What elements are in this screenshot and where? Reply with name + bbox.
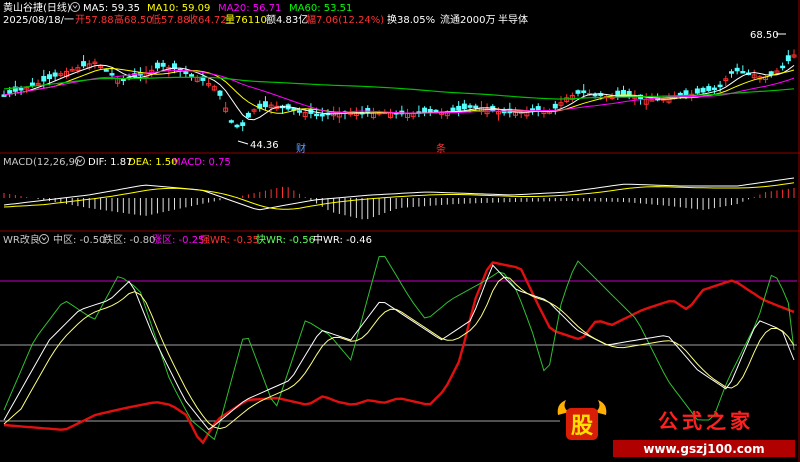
price-low-marker-arrow: [237, 140, 249, 145]
candle-body: [780, 65, 786, 69]
watermark: 股 公式之家 www.gszj100.com: [557, 400, 795, 457]
candle-body: [535, 106, 541, 111]
ma10-label: MA10: 59.09: [147, 3, 210, 14]
candle-body: [711, 87, 717, 91]
candle-body: [427, 109, 433, 113]
candle-body: [530, 108, 536, 111]
candle-body: [154, 62, 160, 69]
quote-turnover: 换38.05%: [387, 13, 435, 26]
dea-line: [3, 182, 795, 210]
candle-body: [183, 71, 189, 75]
candle-body: [245, 112, 251, 118]
candle-body: [41, 75, 47, 82]
candle-body: [473, 105, 479, 109]
candle-body: [297, 110, 303, 113]
candle-body: [103, 69, 109, 72]
candle-body: [717, 84, 723, 88]
candle-body: [234, 124, 240, 128]
wr-medium: 中WR: -0.46: [313, 233, 372, 246]
chart-canvas[interactable]: 黄山谷捷(日线) MA5: 59.35 MA10: 59.09 MA20: 56…: [0, 0, 800, 462]
price-high-marker: 68.50: [750, 30, 779, 41]
quote-low: 低57.88: [151, 13, 190, 26]
wr-down-zone: 跌区: -0.80: [103, 233, 155, 246]
dif-line: [3, 177, 795, 211]
candle-body: [450, 107, 456, 112]
ma5-label: MA5: 59.35: [83, 3, 140, 14]
macd-dea: DEA: 1.50: [128, 157, 178, 168]
candle-body: [52, 72, 58, 77]
candle-body: [683, 90, 689, 96]
macd-value: MACD: 0.75: [172, 157, 231, 168]
ma10-line: [3, 67, 795, 114]
candle-body: [120, 78, 126, 82]
candle-body: [575, 90, 581, 94]
wr-button[interactable]: [39, 234, 49, 244]
stock-name: 黄山谷捷(日线): [3, 1, 71, 14]
quote-open: 开57.88: [75, 15, 114, 26]
watermark-url[interactable]: www.gszj100.com: [643, 442, 764, 456]
logo-char: 股: [571, 414, 593, 439]
candle-body: [768, 71, 774, 75]
ma5-line: [3, 64, 795, 121]
wr-strong: 强WR: -0.35: [200, 234, 259, 246]
candle-body: [314, 113, 320, 117]
quote-date: 2025/08/18/一: [3, 15, 74, 26]
candle-body: [228, 120, 234, 123]
candlestick-series[interactable]: [1, 49, 797, 132]
quote-close: 收64.72: [188, 13, 227, 26]
wr-mid-zone: 中区: -0.50: [53, 233, 105, 246]
candle-body: [456, 105, 462, 111]
candle-body: [552, 103, 558, 109]
candle-body: [422, 107, 428, 113]
mid-wr-signal-line: [3, 276, 795, 430]
candle-body: [740, 71, 746, 74]
candle-body: [29, 82, 35, 87]
mid-wr-line: [3, 264, 795, 431]
macd-dif: DIF: 1.87: [88, 157, 132, 168]
candle-body: [706, 86, 712, 91]
candle-body: [592, 93, 598, 97]
quote-high: 高68.50: [114, 13, 153, 26]
candle-body: [109, 73, 115, 76]
wr-fast: 快WR: -0.56: [256, 234, 315, 246]
candle-body: [581, 90, 587, 93]
candle-body: [7, 90, 13, 94]
candle-body: [700, 87, 706, 93]
candle-body: [160, 62, 166, 67]
macd-title: MACD(12,26,9): [3, 157, 79, 168]
candle-body: [81, 61, 87, 67]
candle-body: [461, 103, 467, 110]
candle-body: [262, 101, 268, 108]
quote-volume: 量76110: [225, 14, 267, 26]
candle-body: [467, 105, 473, 108]
ma20-label: MA20: 56.71: [218, 3, 281, 14]
candle-body: [319, 113, 325, 117]
ma20-line: [3, 69, 795, 114]
ma60-label: MA60: 53.51: [289, 3, 352, 14]
candle-body: [240, 122, 246, 126]
candle-body: [785, 55, 791, 62]
quote-sector: 半导体: [498, 13, 528, 26]
candle-body: [217, 90, 223, 96]
event-mark-note[interactable]: 条: [436, 142, 446, 155]
candle-body: [18, 87, 24, 91]
wr-title: WR改良: [3, 233, 40, 246]
candle-body: [46, 74, 52, 80]
ma-button[interactable]: [70, 2, 80, 12]
candle-body: [728, 71, 734, 74]
price-low-marker: 44.36: [250, 140, 279, 151]
quote-change: 幅7.06(12.24%): [306, 13, 384, 26]
watermark-title: 公式之家: [658, 409, 754, 433]
candle-body: [694, 88, 700, 94]
event-mark-finance[interactable]: 财: [296, 142, 306, 155]
quote-float: 流通2000万: [440, 13, 495, 26]
candle-body: [189, 74, 195, 77]
candle-body: [433, 109, 439, 113]
candle-body: [734, 67, 740, 72]
macd-lines: [3, 177, 795, 211]
quote-amount: 额4.83亿: [266, 13, 308, 26]
moving-average-lines: [3, 64, 795, 121]
wr-up-zone: 涨区: -0.25: [152, 234, 204, 246]
macd-histogram: [3, 186, 795, 220]
